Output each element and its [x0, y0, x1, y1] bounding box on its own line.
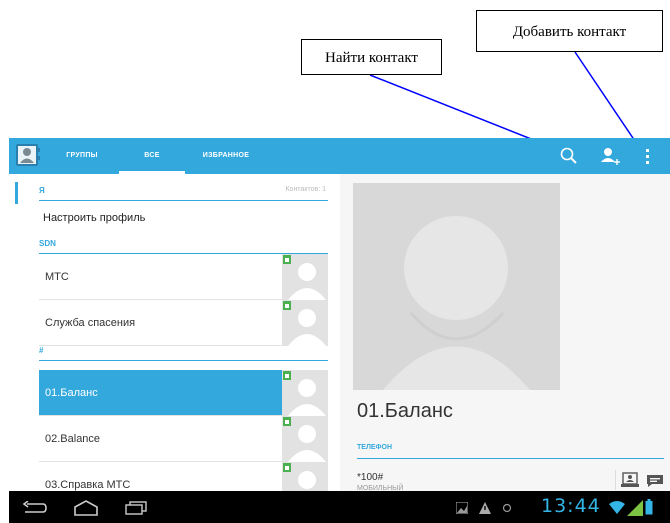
search-icon[interactable] — [558, 145, 580, 167]
wifi-icon — [609, 501, 625, 514]
tab-favorites[interactable]: ИЗБРАННОЕ — [189, 138, 263, 174]
contact-name: МТС — [45, 271, 69, 283]
tab-groups[interactable]: ГРУППЫ — [52, 138, 112, 174]
overflow-menu-icon[interactable] — [643, 145, 653, 167]
battery-icon — [645, 499, 653, 515]
phone-section-header: ТЕЛЕФОН — [357, 444, 664, 459]
phone-number[interactable]: *100# — [357, 472, 383, 483]
contact-list[interactable]: Я Контактов: 1 Настроить профиль SDN МТС… — [9, 174, 340, 491]
contact-large-photo — [353, 183, 560, 390]
signal-icon — [627, 500, 643, 516]
back-icon[interactable] — [22, 501, 48, 515]
find-contact-callout: Найти контакт — [301, 39, 442, 75]
section-header-me-label: Я — [39, 186, 45, 195]
contact-name: 03.Справка МТС — [45, 479, 131, 491]
add-contact-callout: Добавить контакт — [476, 10, 663, 52]
contact-photo — [282, 254, 328, 300]
content-area: Я Контактов: 1 Настроить профиль SDN МТС… — [9, 174, 670, 491]
contact-photo — [282, 416, 328, 462]
home-icon[interactable] — [73, 500, 99, 516]
contact-photo — [282, 462, 328, 491]
system-navigation-bar: 13:44 — [9, 491, 670, 523]
tab-all[interactable]: ВСЕ — [119, 138, 185, 174]
list-item[interactable]: 02.Balance — [39, 416, 328, 462]
section-header-sdn: SDN — [39, 239, 328, 254]
warning-icon — [479, 502, 491, 514]
section-header-me: Я Контактов: 1 — [39, 186, 328, 201]
action-separator — [615, 470, 616, 490]
call-contact-icon[interactable] — [621, 472, 639, 488]
status-clock: 13:44 — [541, 495, 601, 517]
screenshot-notification-icon — [456, 502, 468, 514]
section-header-hash: # — [39, 346, 328, 361]
contact-photo — [282, 370, 328, 416]
list-scrollbar[interactable] — [15, 182, 18, 204]
tablet-screen: ГРУППЫ ВСЕ ИЗБРАННОЕ Я Контактов: 1 Наст… — [9, 138, 670, 523]
contact-name: 01.Баланс — [45, 387, 98, 399]
contact-detail-name: 01.Баланс — [357, 400, 453, 422]
message-icon[interactable] — [646, 472, 664, 488]
add-contact-icon[interactable] — [599, 145, 621, 167]
contact-name: 02.Balance — [45, 433, 101, 445]
list-item-selected[interactable]: 01.Баланс — [39, 370, 328, 416]
contact-photo — [282, 300, 328, 346]
action-bar: ГРУППЫ ВСЕ ИЗБРАННОЕ — [9, 138, 670, 174]
setup-profile-item[interactable]: Настроить профиль — [39, 204, 332, 232]
contacts-app-icon[interactable] — [15, 142, 41, 168]
recent-apps-icon[interactable] — [125, 501, 147, 515]
sync-icon — [502, 503, 512, 513]
list-item[interactable]: 03.Справка МТС — [39, 462, 328, 491]
list-item[interactable]: МТС — [39, 254, 328, 300]
contact-name: Служба спасения — [45, 317, 136, 329]
contact-detail: 01.Баланс ТЕЛЕФОН *100# МОБИЛЬНЫЙ — [340, 174, 670, 491]
list-item[interactable]: Служба спасения — [39, 300, 328, 346]
contacts-count: Контактов: 1 — [285, 186, 326, 193]
